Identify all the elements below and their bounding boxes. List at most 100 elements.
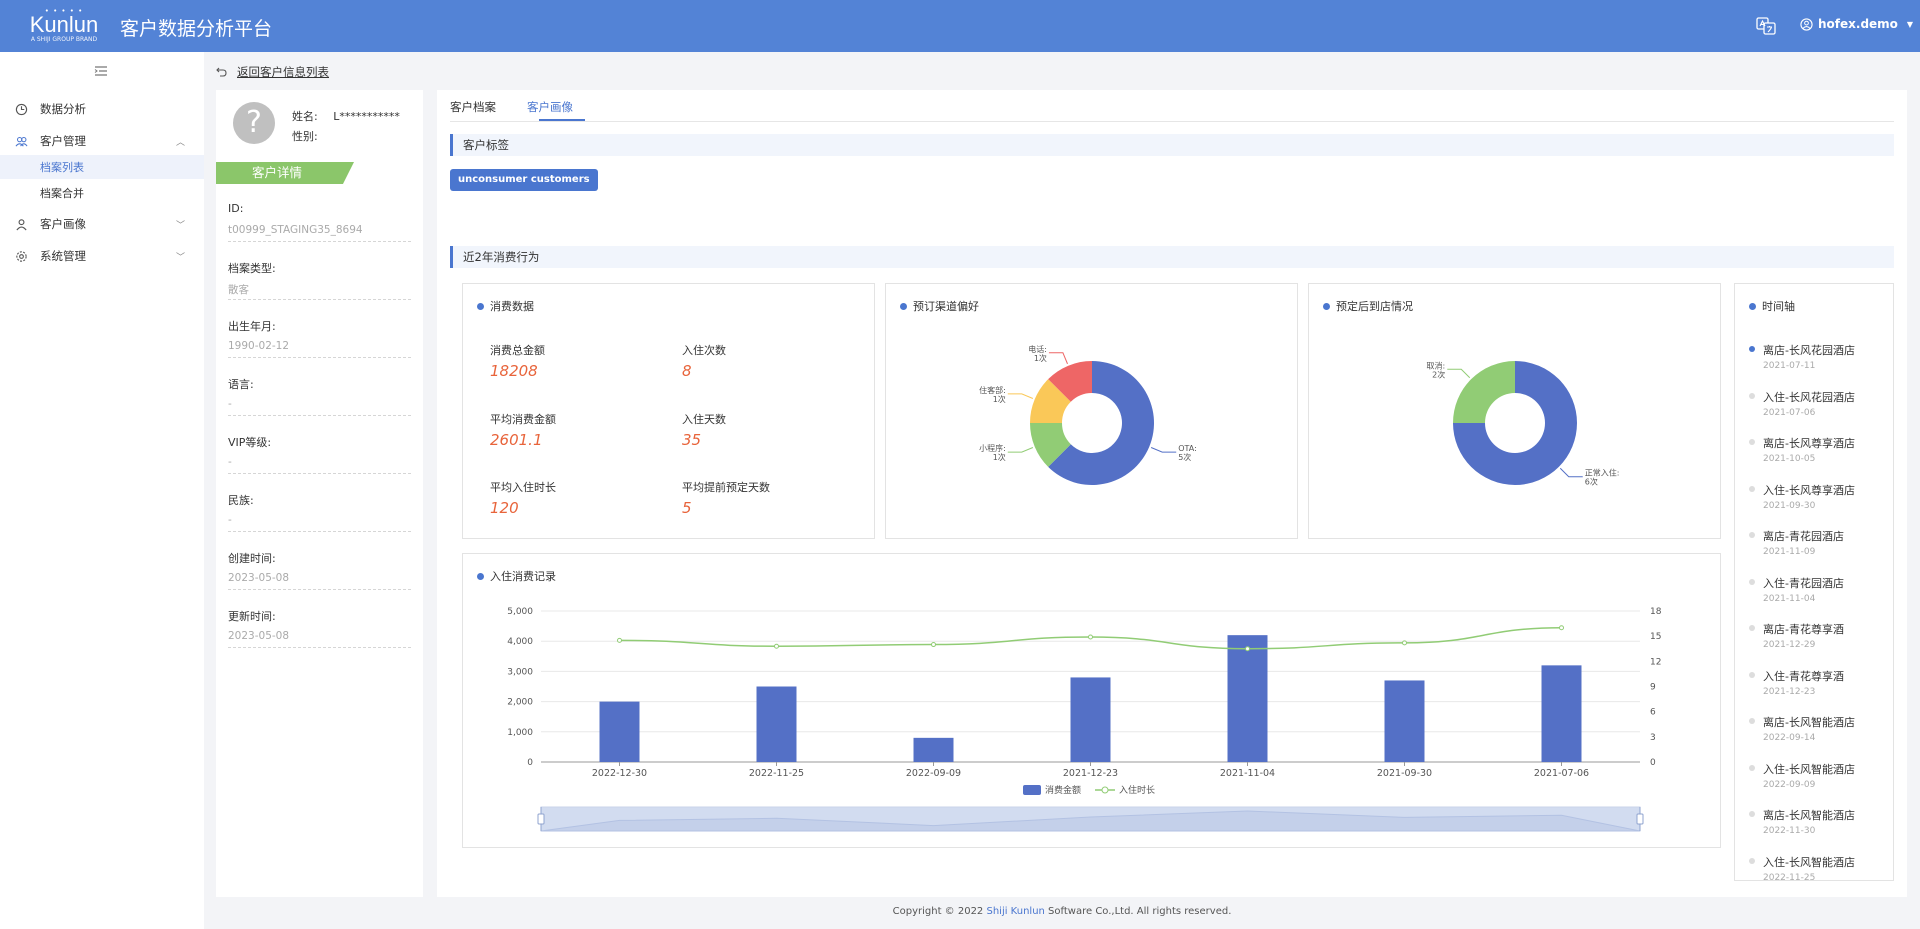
y2-tick-label: 6 xyxy=(1650,708,1656,718)
field-vip-level: VIP等级: - xyxy=(228,434,411,474)
back-link-text: 返回客户信息列表 xyxy=(237,65,329,79)
y-tick-label: 4,000 xyxy=(507,637,533,647)
app-title: 客户数据分析平台 xyxy=(120,18,273,40)
card-title: 时间轴 xyxy=(1749,298,1795,314)
field-label: 档案类型: xyxy=(228,262,276,275)
profile-gender: 性别: xyxy=(292,128,318,144)
legend-bar-swatch xyxy=(1023,785,1041,795)
field-value: - xyxy=(228,456,232,468)
gear-icon xyxy=(16,250,27,262)
booking-channel-card: 预订渠道偏好 OTA: 5次 小程序: 1次 住客部: 1次 电话: 1次 xyxy=(885,283,1298,539)
sidebar-item-data-analysis[interactable]: 数据分析 xyxy=(0,95,204,123)
timeline-item-title: 离店-长风花园酒店 xyxy=(1763,344,1855,357)
footer-suffix: Software Co.,Ltd. All rights reserved. xyxy=(1044,906,1232,917)
user-circle-icon xyxy=(1800,17,1813,31)
x-tick-label: 2021-09-30 xyxy=(1377,768,1432,779)
data-zoom-handle[interactable] xyxy=(1636,813,1644,825)
sidebar-item-system-management[interactable]: 系统管理 ﹀ xyxy=(0,242,204,270)
timeline-dot xyxy=(1749,485,1755,492)
bar xyxy=(1070,677,1111,762)
y2-tick-label: 3 xyxy=(1650,733,1656,743)
bar xyxy=(1227,635,1268,762)
timeline-dot xyxy=(1749,439,1755,445)
name-label: 姓名: xyxy=(292,110,318,123)
timeline-item-title: 入住-长风智能酒店 xyxy=(1763,855,1855,869)
x-tick-label: 2022-12-30 xyxy=(592,768,647,779)
timeline-dot xyxy=(1749,392,1755,399)
field-value: 散客 xyxy=(228,284,249,296)
timeline-card: 时间轴 离店-长风花园酒店 2021-07-11 入住-长风花园酒店 2021-07-… xyxy=(1734,283,1894,881)
y2-tick-label: 9 xyxy=(1650,683,1656,693)
profile-name: 姓名: L*********** xyxy=(292,108,400,124)
field-created-at: 创建时间: 2023-05-08 xyxy=(228,550,411,590)
menu-fold-icon[interactable] xyxy=(94,65,108,77)
slice-label-line xyxy=(1048,352,1068,365)
sidebar-item-customer-management[interactable]: 客户管理 ︿ xyxy=(0,127,204,155)
legend-bar-label: 消费金额 xyxy=(1045,784,1081,796)
timeline-dot xyxy=(1749,532,1755,538)
timeline-item-title: 离店-青花尊享酒 xyxy=(1763,623,1844,636)
user-menu[interactable]: hofex.demo ▼ xyxy=(1800,17,1913,31)
timeline-item-date: 2021-12-23 xyxy=(1763,686,1816,697)
tab-customer-portrait[interactable]: 客户画像 xyxy=(527,99,573,115)
stat-label: 平均提前预定天数 xyxy=(682,481,770,494)
sidebar-item-label: 客户画像 xyxy=(40,217,86,231)
y-tick-label: 2,000 xyxy=(507,698,533,708)
field-label: VIP等级: xyxy=(228,436,272,449)
title-dot xyxy=(900,302,907,310)
line-point xyxy=(1402,640,1407,646)
back-to-list-link[interactable]: 返回客户信息列表 xyxy=(216,64,329,80)
slice-label: OTA: xyxy=(1178,444,1197,453)
arrival-status-donut: 正常入住:6次 取消:2次 xyxy=(1427,360,1620,486)
sidebar-subitem-label: 档案列表 xyxy=(40,161,84,174)
timeline-item-title: 入住-青花尊享酒 xyxy=(1763,669,1844,683)
timeline-dot xyxy=(1749,857,1755,864)
footer: Copyright © 2022 Shiji Kunlun Software C… xyxy=(204,906,1920,917)
timeline-item-date: 2021-10-05 xyxy=(1763,454,1816,464)
card-title-text: 预定后到店情况 xyxy=(1336,300,1413,313)
bar xyxy=(1384,680,1425,762)
stay-spending-card: 入住消费记录 0 1,000 2,000 3,000 4,000 5,000 0 3 6 9 12 1… xyxy=(462,553,1721,848)
y2-tick-label: 18 xyxy=(1650,607,1662,617)
legend-line-marker xyxy=(1101,786,1109,794)
slice-count-label: 1次 xyxy=(993,394,1006,404)
top-bar: • • • • • Kunlun A SHIJI GROUP BRAND 客户数… xyxy=(0,0,1920,52)
sidebar-subitem-profile-list[interactable]: 档案列表 xyxy=(0,155,204,179)
bar xyxy=(756,686,797,762)
tab-customer-profile[interactable]: 客户档案 xyxy=(450,99,496,115)
timeline-item-title: 入住-长风花园酒店 xyxy=(1763,390,1855,404)
main-panel: 客户档案 客户画像 客户标签 unconsumer customers 近2年消… xyxy=(437,90,1907,897)
line-point xyxy=(774,643,779,649)
field-label: ID: xyxy=(228,202,244,215)
card-title: 预定后到店情况 xyxy=(1323,298,1413,314)
slice-label: 电话: xyxy=(1028,344,1047,354)
chevron-down-icon: ﹀ xyxy=(176,220,186,231)
timeline-item-date: 2021-07-06 xyxy=(1763,407,1816,418)
stat-value: 35 xyxy=(682,431,702,449)
sidebar-item-customer-portrait[interactable]: 客户画像 ﹀ xyxy=(0,210,204,238)
footer-brand-link[interactable]: Shiji Kunlun xyxy=(986,906,1044,917)
profile-panel: ? 姓名: L*********** 性别: 客户详情 ID: t00999_ST… xyxy=(216,90,423,897)
timeline-item-date: 2021-11-09 xyxy=(1763,547,1816,557)
slice-count-label: 5次 xyxy=(1178,452,1191,462)
stat-label: 平均入住时长 xyxy=(490,481,556,494)
timeline-dot xyxy=(1749,625,1755,631)
line-point xyxy=(1559,625,1564,631)
translate-icon[interactable] xyxy=(1756,16,1776,36)
field-value: - xyxy=(228,398,232,410)
card-title-text: 时间轴 xyxy=(1762,300,1795,313)
timeline-item-date: 2022-11-25 xyxy=(1763,872,1816,881)
field-profile-type: 档案类型: 散客 xyxy=(228,260,411,300)
y-tick-label: 0 xyxy=(527,758,533,768)
timeline-item-title: 入住-长风智能酒店 xyxy=(1763,762,1855,776)
data-zoom-handle[interactable] xyxy=(537,813,545,825)
title-dot xyxy=(1749,302,1756,310)
stat-value: 120 xyxy=(490,499,519,517)
consumption-card: 消费数据 消费总金额 18208 入住次数 8 平均消费金额 2601.1 入住… xyxy=(462,283,875,539)
active-tab-indicator xyxy=(539,119,585,121)
sidebar-subitem-profile-merge[interactable]: 档案合并 xyxy=(0,181,204,205)
customer-tag[interactable]: unconsumer customers xyxy=(450,169,598,191)
slice-count-label: 1次 xyxy=(1034,353,1047,363)
kunlun-logo[interactable]: • • • • • Kunlun A SHIJI GROUP BRAND xyxy=(28,8,100,44)
timeline-dot xyxy=(1749,346,1755,352)
